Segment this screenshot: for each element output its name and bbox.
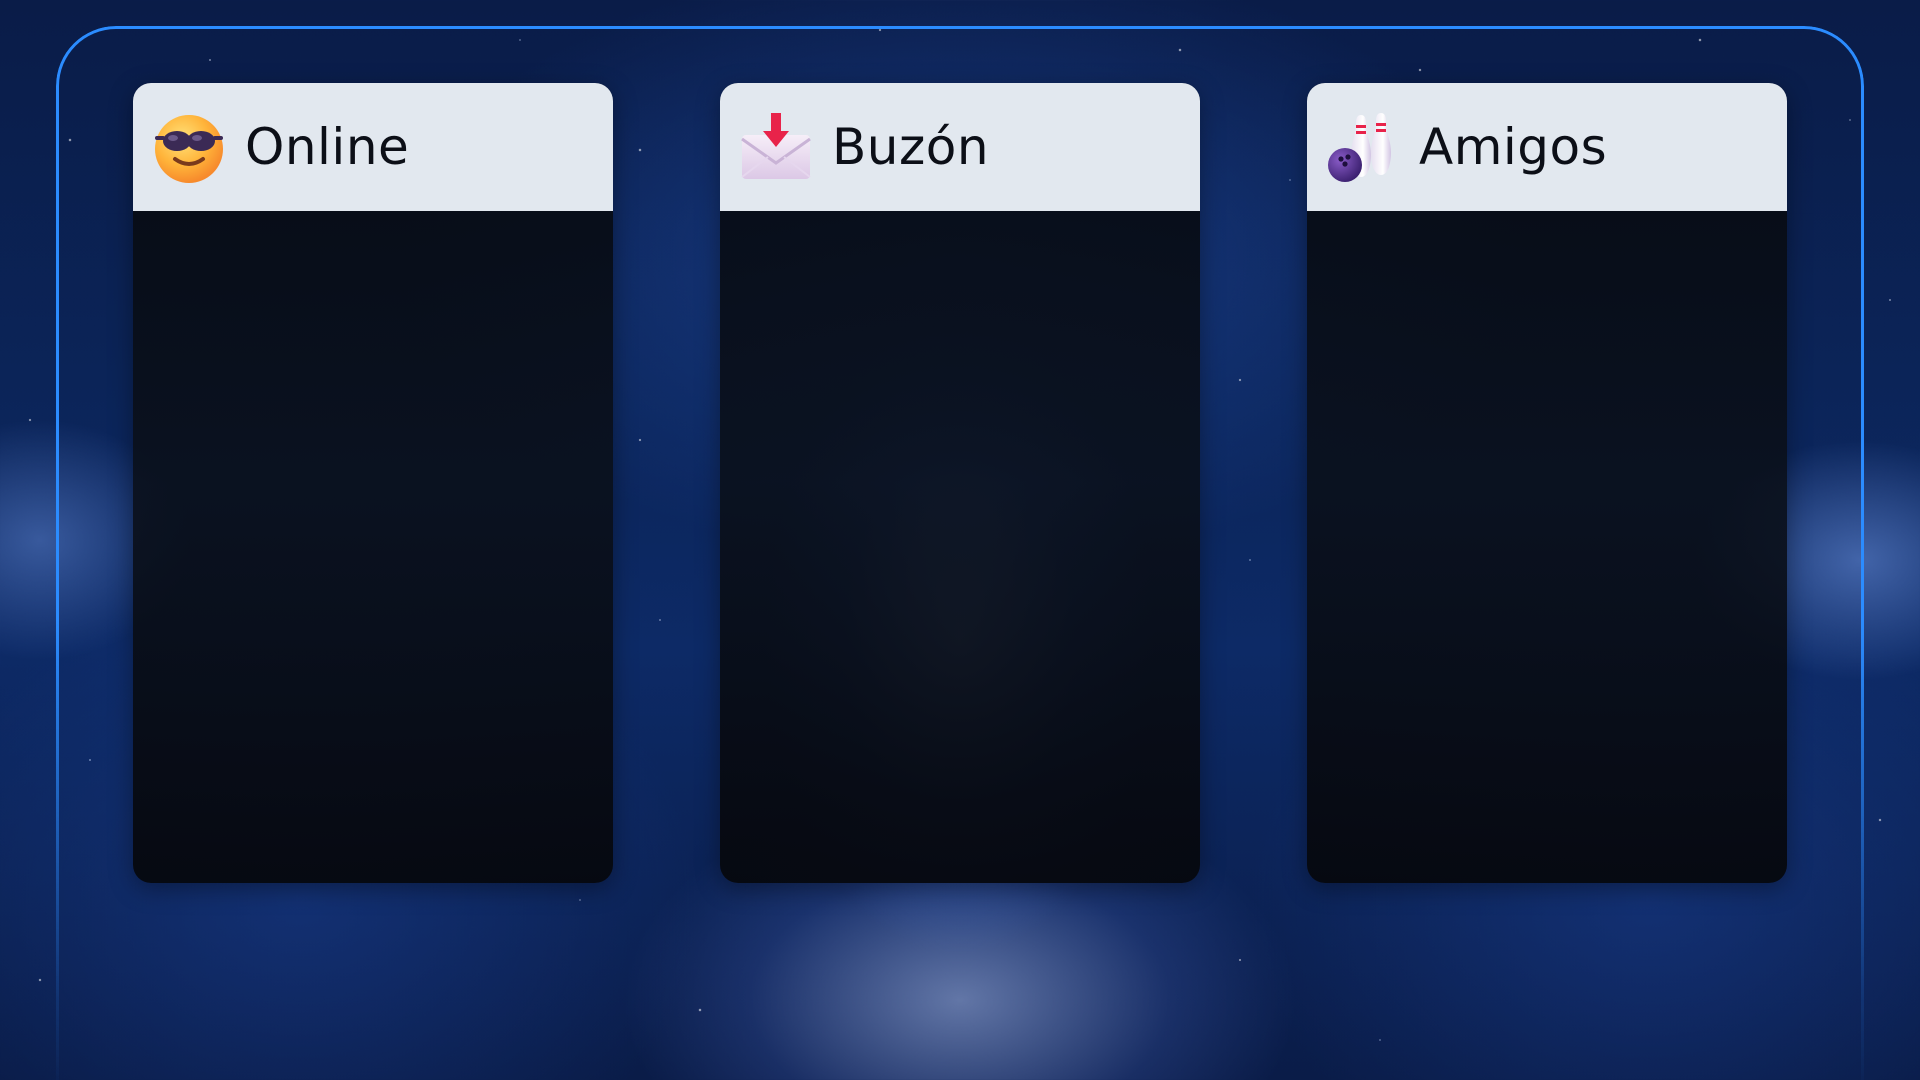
inbox-tray-envelope-icon bbox=[738, 109, 814, 185]
inbox-panel-body bbox=[720, 211, 1200, 883]
online-panel-body bbox=[133, 211, 613, 883]
inbox-panel-title: Buzón bbox=[832, 118, 990, 176]
smiling-face-with-sunglasses-icon bbox=[151, 109, 227, 185]
online-panel-header: Online bbox=[133, 83, 613, 211]
inbox-panel: Buzón bbox=[720, 83, 1200, 883]
friends-panel: Amigos bbox=[1307, 83, 1787, 883]
online-panel-title: Online bbox=[245, 118, 410, 176]
online-panel: Online bbox=[133, 83, 613, 883]
friends-panel-title: Amigos bbox=[1419, 118, 1608, 176]
bowling-icon bbox=[1325, 109, 1401, 185]
friends-panel-body bbox=[1307, 211, 1787, 883]
inbox-panel-header: Buzón bbox=[720, 83, 1200, 211]
friends-panel-header: Amigos bbox=[1307, 83, 1787, 211]
